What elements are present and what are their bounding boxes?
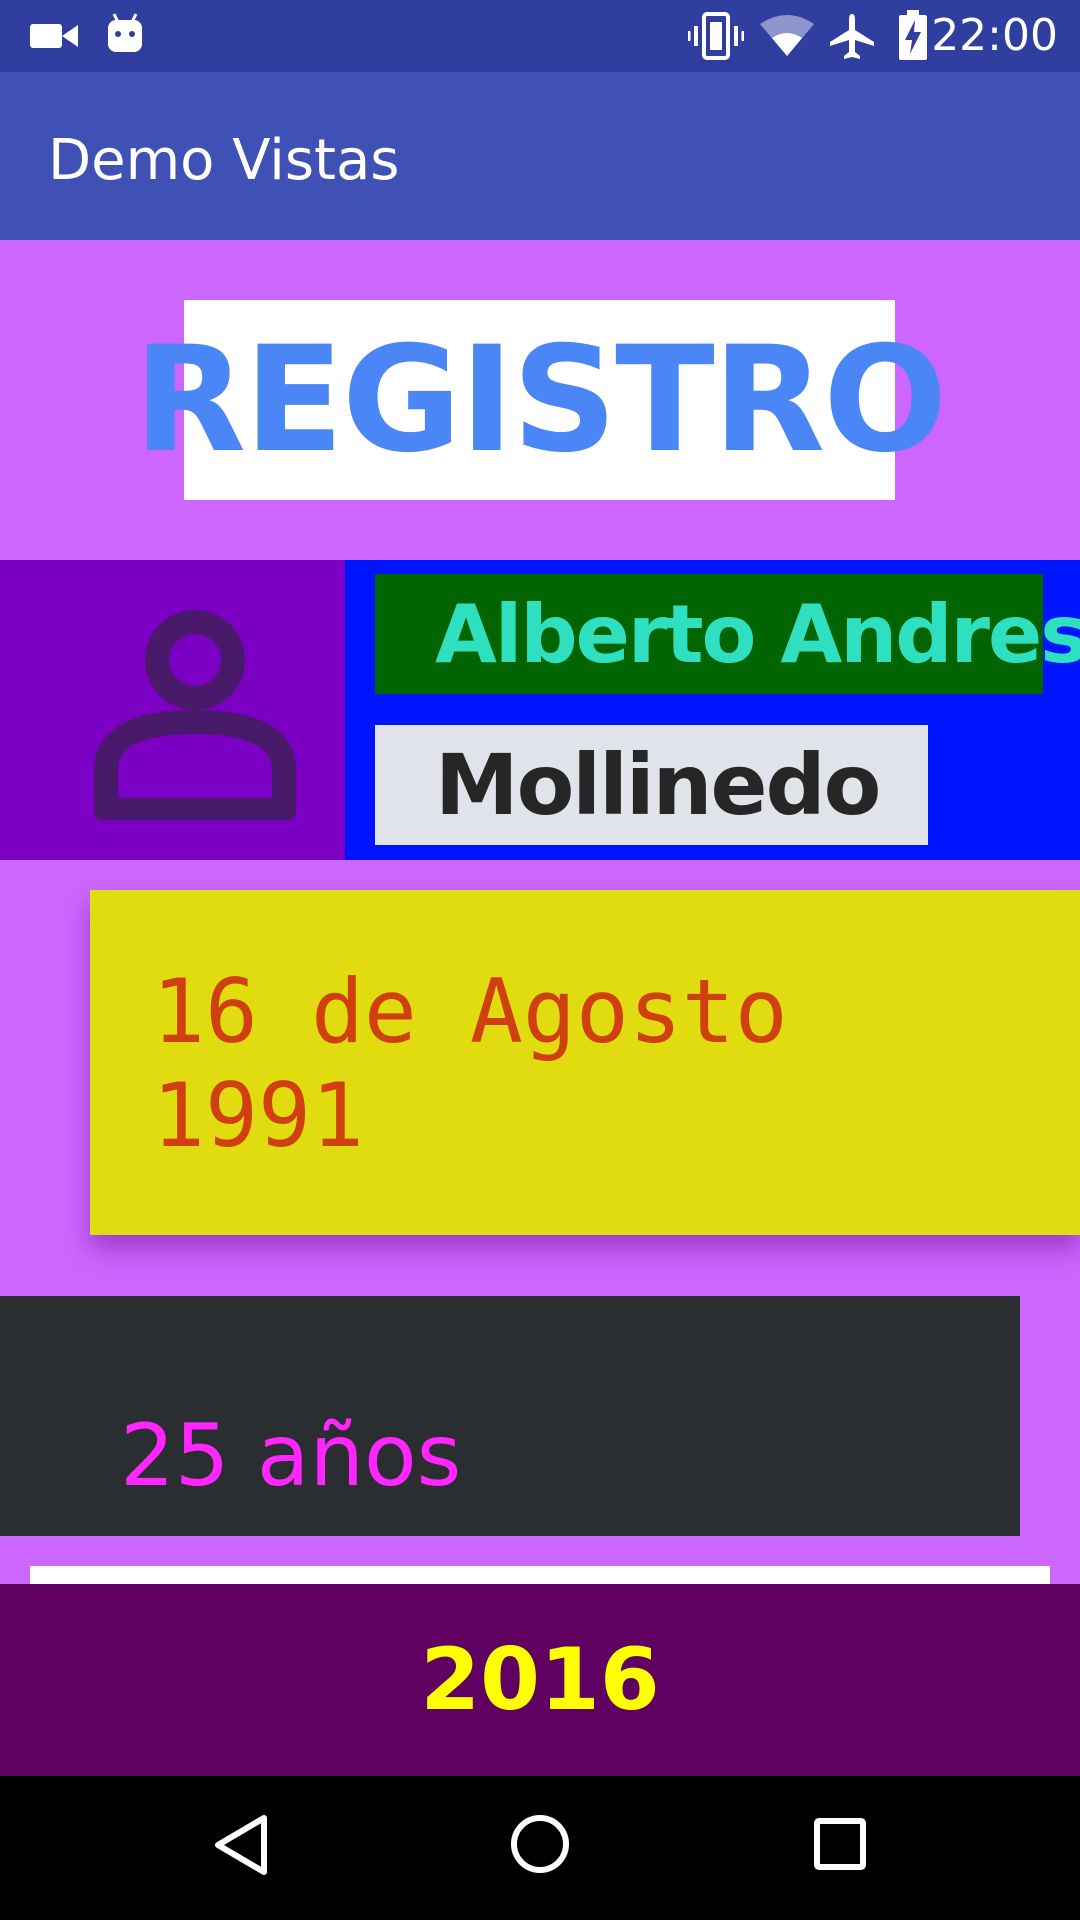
back-icon[interactable] bbox=[212, 1814, 270, 1876]
home-icon[interactable] bbox=[510, 1814, 570, 1874]
battery-charging-icon bbox=[899, 10, 927, 60]
video-camera-icon bbox=[30, 24, 78, 48]
registro-heading-box: REGISTRO bbox=[134, 300, 947, 500]
year-text: 2016 bbox=[420, 1630, 660, 1730]
wifi-icon bbox=[760, 15, 814, 56]
airplane-icon bbox=[830, 14, 874, 59]
age-box: 25 años bbox=[0, 1296, 1020, 1536]
avatar bbox=[0, 560, 345, 860]
first-name: Alberto Andres bbox=[435, 587, 1080, 681]
status-time: 22:00 bbox=[931, 10, 1058, 61]
birth-date: 16 de Agosto 1991 bbox=[152, 960, 788, 1167]
android-icon bbox=[108, 13, 142, 52]
birth-date-card: 16 de Agosto 1991 bbox=[90, 890, 1080, 1235]
navigation-bar bbox=[0, 1776, 1080, 1920]
registro-heading: REGISTRO bbox=[133, 315, 948, 485]
last-name-box: Mollinedo bbox=[375, 725, 928, 845]
year-bar: 2016 bbox=[0, 1584, 1080, 1776]
last-name: Mollinedo bbox=[435, 736, 881, 834]
app-bar: Demo Vistas bbox=[0, 72, 1080, 240]
recents-icon[interactable] bbox=[814, 1818, 866, 1870]
person-icon bbox=[94, 610, 296, 820]
app-title: Demo Vistas bbox=[48, 128, 400, 193]
age-text: 25 años bbox=[120, 1406, 462, 1506]
divider bbox=[30, 1566, 1050, 1584]
status-bar: 22:00 bbox=[0, 0, 1080, 72]
first-name-box: Alberto Andres bbox=[375, 574, 1080, 694]
vibrate-icon bbox=[688, 12, 744, 60]
